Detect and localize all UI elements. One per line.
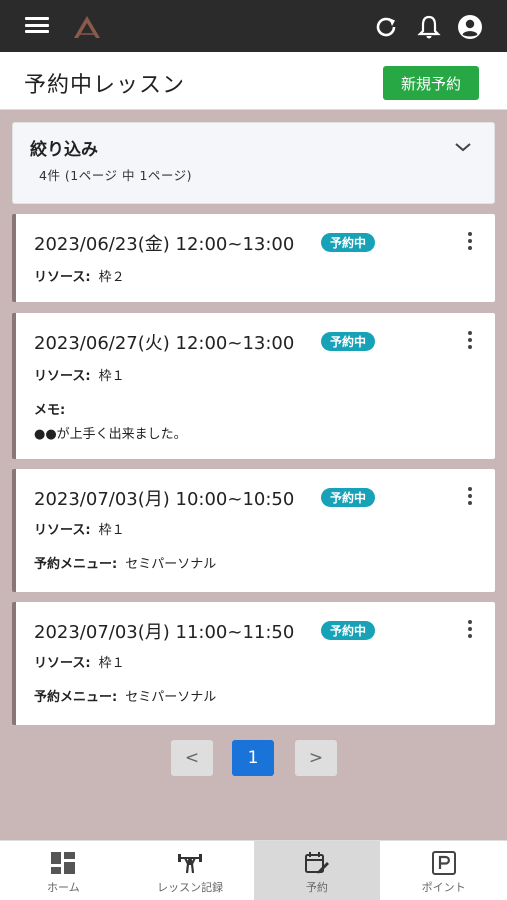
- menu-row: 予約メニュー: セミパーソナル: [34, 690, 217, 705]
- bottom-navigation: ホーム レッスン記録 予約 ポイント: [0, 840, 507, 900]
- resource-row: リソース: 枠１: [34, 369, 125, 384]
- memo-label: メモ:: [34, 403, 66, 418]
- nav-lesson-record[interactable]: レッスン記録: [127, 841, 254, 900]
- nav-home[interactable]: ホーム: [0, 841, 127, 900]
- status-badge: 予約中: [321, 488, 376, 507]
- resource-row: リソース: 枠１: [34, 523, 125, 538]
- filter-panel[interactable]: 絞り込み 4件 (1ページ 中 1ページ): [12, 122, 495, 204]
- calendar-edit-icon: [304, 852, 329, 874]
- account-icon[interactable]: [456, 13, 484, 41]
- nav-reservation[interactable]: 予約: [253, 841, 381, 900]
- page-title: 予約中レッスン: [24, 73, 186, 98]
- status-badge: 予約中: [321, 332, 376, 351]
- next-page-button[interactable]: >: [295, 740, 337, 776]
- resource-row: リソース: 枠１: [34, 656, 125, 671]
- nav-label: レッスン記録: [157, 881, 224, 894]
- top-bar: [0, 0, 507, 52]
- reservation-datetime: 2023/07/03(月) 11:00~11:50: [34, 622, 295, 643]
- status-badge: 予約中: [321, 621, 376, 640]
- reservation-datetime: 2023/07/03(月) 10:00~10:50: [34, 489, 295, 510]
- logo: [74, 16, 100, 38]
- parking-icon: [431, 851, 456, 875]
- weightlifting-icon: [178, 854, 203, 874]
- dashboard-icon: [51, 852, 76, 874]
- more-options-icon[interactable]: [467, 487, 473, 507]
- reservation-card[interactable]: 2023/06/27(火) 12:00~13:00 予約中 リソース: 枠１ メモ…: [12, 313, 495, 459]
- bell-icon[interactable]: [415, 13, 443, 41]
- nav-label: ホーム: [47, 881, 80, 894]
- more-options-icon[interactable]: [467, 232, 473, 252]
- reservation-datetime: 2023/06/23(金) 12:00~13:00: [34, 234, 295, 255]
- reservation-card[interactable]: 2023/06/23(金) 12:00~13:00 予約中 リソース: 枠２: [12, 214, 495, 302]
- current-page-button[interactable]: 1: [232, 740, 274, 776]
- filter-title: 絞り込み: [30, 140, 98, 160]
- menu-row: 予約メニュー: セミパーソナル: [34, 557, 217, 572]
- nav-label: ポイント: [421, 881, 466, 894]
- new-reservation-button[interactable]: 新規予約: [383, 66, 479, 100]
- reservation-datetime: 2023/06/27(火) 12:00~13:00: [34, 333, 295, 354]
- resource-row: リソース: 枠２: [34, 270, 125, 285]
- nav-label: 予約: [305, 881, 328, 894]
- memo-text: ●●が上手く出来ました。: [34, 427, 187, 442]
- reservation-card[interactable]: 2023/07/03(月) 10:00~10:50 予約中 リソース: 枠１ 予約…: [12, 469, 495, 592]
- more-options-icon[interactable]: [467, 331, 473, 351]
- menu-icon[interactable]: [25, 17, 49, 33]
- page-header: 予約中レッスン 新規予約: [0, 52, 507, 110]
- result-count: 4件 (1ページ 中 1ページ): [39, 168, 193, 183]
- nav-points[interactable]: ポイント: [380, 841, 507, 900]
- prev-page-button[interactable]: <: [171, 740, 213, 776]
- more-options-icon[interactable]: [467, 620, 473, 640]
- chevron-down-icon[interactable]: [454, 141, 472, 153]
- reservation-card[interactable]: 2023/07/03(月) 11:00~11:50 予約中 リソース: 枠１ 予約…: [12, 602, 495, 725]
- status-badge: 予約中: [321, 233, 376, 252]
- refresh-icon[interactable]: [372, 13, 400, 41]
